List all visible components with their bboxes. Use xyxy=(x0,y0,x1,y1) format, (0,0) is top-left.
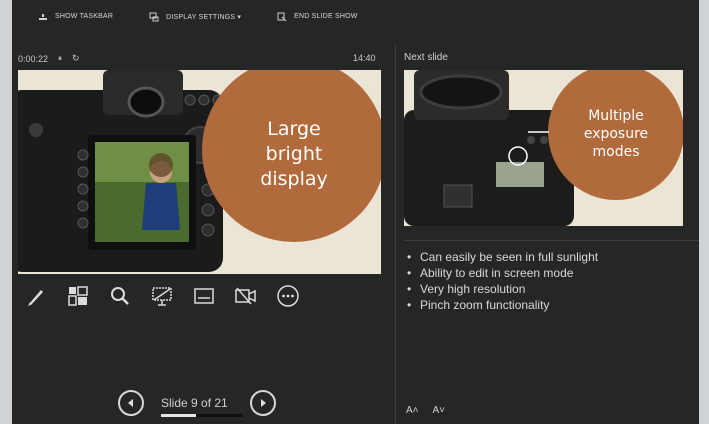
next-slide-button[interactable] xyxy=(249,390,276,416)
slide-counter: Slide 9 of 21 xyxy=(161,396,228,410)
slide-text-line-1: Large xyxy=(267,118,320,140)
slide-progress-fill xyxy=(161,414,197,417)
pause-timer-button[interactable]: ⏸ xyxy=(58,54,62,64)
note-item: Can easily be seen in full sunlight xyxy=(406,249,598,265)
notes-separator xyxy=(404,240,699,241)
next-slide-preview[interactable]: Multiple exposure modes xyxy=(404,70,683,226)
see-all-slides-icon xyxy=(68,286,88,306)
reset-timer-button[interactable]: ↻ xyxy=(72,53,80,64)
slide-text-line-2: bright xyxy=(266,143,323,165)
show-taskbar-button[interactable]: SHOW TASKBAR xyxy=(38,12,113,22)
see-all-slides-button[interactable] xyxy=(66,284,90,308)
pen-icon xyxy=(28,290,43,306)
display-settings-label: DISPLAY SETTINGS ▾ xyxy=(166,13,242,21)
note-item: Pinch zoom functionality xyxy=(406,297,598,313)
previous-slide-button[interactable] xyxy=(118,390,144,416)
more-options-button[interactable] xyxy=(276,284,300,308)
display-settings-icon xyxy=(149,12,159,21)
notes-font-controls: A˄ A˅ xyxy=(406,405,445,416)
camera-toggle-button[interactable] xyxy=(234,284,258,308)
end-show-icon xyxy=(277,12,287,21)
end-slide-show-label: END SLIDE SHOW xyxy=(294,13,358,20)
current-time: 14:40 xyxy=(353,53,376,63)
speaker-notes[interactable]: Can easily be seen in full sunlight Abil… xyxy=(406,249,598,313)
previous-arrow-icon xyxy=(128,399,133,407)
slide-text-line-3: display xyxy=(260,168,327,190)
subtitles-button[interactable] xyxy=(192,284,216,308)
taskbar-icon xyxy=(39,13,47,20)
pane-divider[interactable] xyxy=(395,44,396,424)
slide-timer: 0:00:22 ⏸ ↻ xyxy=(18,53,80,64)
note-item: Ability to edit in screen mode xyxy=(406,265,598,281)
camera-off-icon xyxy=(235,287,256,305)
display-settings-button[interactable]: DISPLAY SETTINGS ▾ xyxy=(149,12,241,22)
black-screen-button[interactable] xyxy=(150,284,174,308)
elapsed-time: 0:00:22 xyxy=(18,53,49,64)
end-slide-show-button[interactable]: END SLIDE SHOW xyxy=(277,12,357,22)
decrease-font-button[interactable]: A˅ xyxy=(433,405,446,416)
presenter-view: SHOW TASKBAR DISPLAY SETTINGS ▾ END SLID… xyxy=(12,0,699,424)
zoom-icon xyxy=(111,287,129,305)
note-item: Very high resolution xyxy=(406,281,598,297)
subtitles-icon xyxy=(194,288,214,304)
current-slide[interactable]: Large bright display xyxy=(18,70,381,274)
pen-tool-button[interactable] xyxy=(24,284,48,308)
camera-image xyxy=(18,70,224,272)
presenter-toolbar: SHOW TASKBAR DISPLAY SETTINGS ▾ END SLID… xyxy=(12,0,699,33)
slide-tools xyxy=(24,284,300,308)
next-arrow-icon xyxy=(260,399,266,407)
slide-navigation: Slide 9 of 21 xyxy=(118,390,276,417)
next-slide-text-line-2: exposure xyxy=(584,126,648,142)
slide-progress-bar xyxy=(161,414,243,417)
next-slide-text-line-1: Multiple xyxy=(588,108,644,124)
black-screen-icon xyxy=(152,287,172,306)
show-taskbar-label: SHOW TASKBAR xyxy=(55,13,114,20)
slide-counter-wrap: Slide 9 of 21 xyxy=(161,396,243,417)
next-slide-text-line-3: modes xyxy=(593,144,640,160)
zoom-button[interactable] xyxy=(108,284,132,308)
next-slide-label: Next slide xyxy=(404,52,448,63)
increase-font-button[interactable]: A˄ xyxy=(406,405,419,416)
more-options-icon xyxy=(277,285,299,307)
